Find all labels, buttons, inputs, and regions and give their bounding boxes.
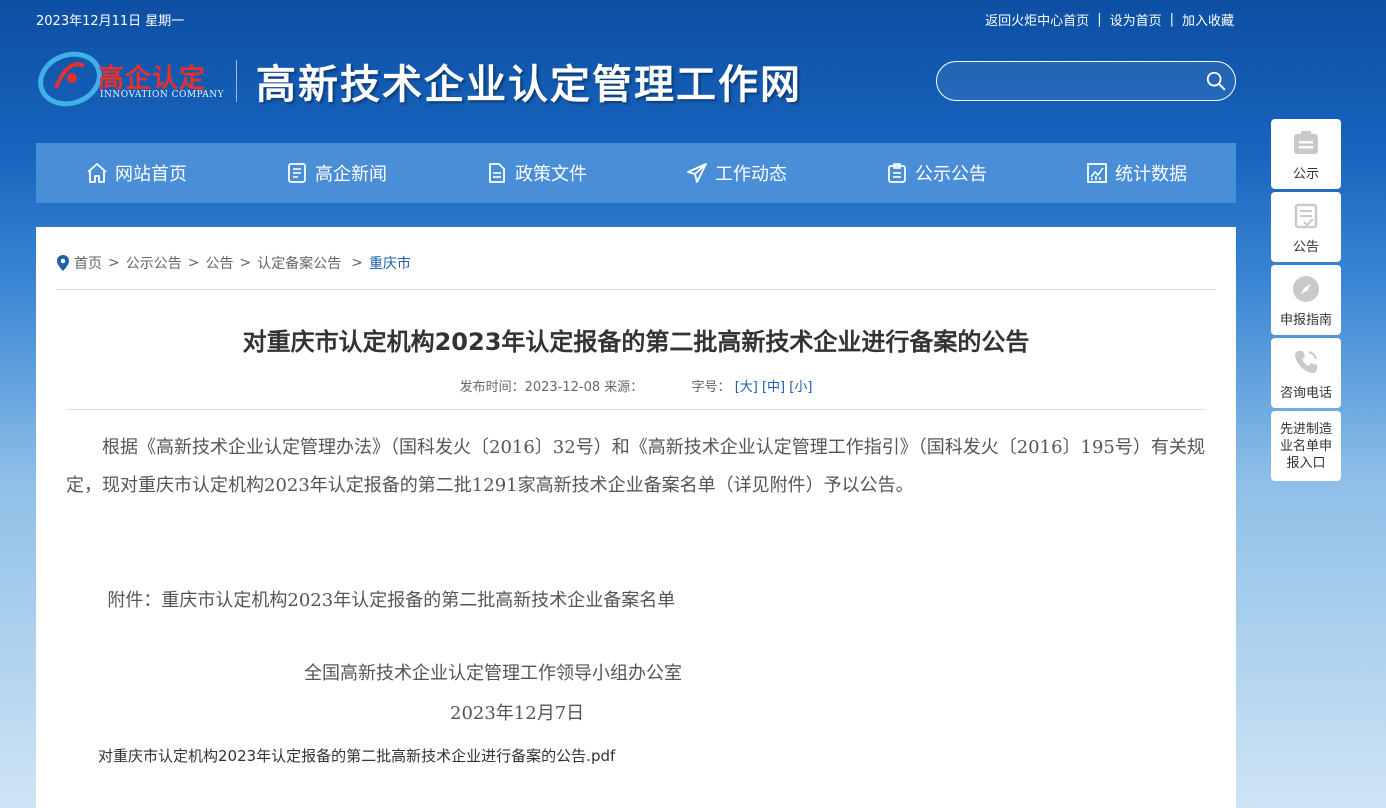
current-date: 2023年12月11日 星期一 [36, 14, 185, 29]
nav-label: 高企新闻 [315, 164, 387, 185]
signature-org: 全国高新技术企业认定管理工作领导小组办公室 [304, 663, 682, 684]
publicity-icon [1294, 130, 1318, 154]
article-panel: 首页 > 公示公告 > 公告 > 认定备案公告 > 重庆市 对重庆市认定机构20… [36, 227, 1236, 808]
floating-sidebar: 公示 公告 申报指南 咨询电话 先进制造业名单申报入口 [1271, 119, 1341, 484]
main-nav: 网站首页 高企新闻 政策文件 工作动态 公示公告 统计数据 [36, 143, 1236, 203]
sidebar-publicity[interactable]: 公示 [1271, 119, 1341, 189]
article-paragraph: 根据《高新技术企业认定管理办法》（国科发火〔2016〕32号）和《高新技术企业认… [66, 437, 1205, 496]
nav-label: 政策文件 [515, 164, 587, 185]
signature-date: 2023年12月7日 [450, 703, 585, 724]
top-bar: 2023年12月11日 星期一 返回火炬中心首页 | 设为首页 | 加入收藏 [36, 8, 1234, 29]
breadcrumb-filing-notice[interactable]: 认定备案公告 [257, 253, 341, 273]
divider [56, 289, 1216, 290]
font-size-large[interactable]: [大] [735, 380, 758, 395]
nav-label: 网站首页 [115, 164, 187, 185]
publish-info: 发布时间：2023-12-08 来源： [459, 380, 644, 395]
phone-icon [1295, 350, 1317, 373]
font-size-label: 字号： [691, 380, 731, 395]
nav-statistics[interactable]: 统计数据 [1036, 143, 1236, 203]
nav-label: 公示公告 [915, 164, 987, 185]
logo-text-en: INNOVATION COMPANY [100, 90, 225, 100]
font-size-small[interactable]: [小] [789, 380, 812, 395]
notice-icon [1294, 203, 1318, 228]
breadcrumb-separator: > [108, 255, 120, 271]
logo-divider [236, 60, 237, 102]
breadcrumb-public-notice[interactable]: 公示公告 [126, 253, 182, 273]
article-meta: 发布时间：2023-12-08 来源： 字号： [大] [中] [小] [36, 376, 1236, 395]
nav-label: 工作动态 [715, 164, 787, 185]
breadcrumb-notice[interactable]: 公告 [205, 253, 233, 273]
breadcrumb-separator: > [239, 255, 252, 271]
sidebar-manufacturing-entry[interactable]: 先进制造业名单申报入口 [1271, 411, 1341, 481]
home-icon [87, 163, 107, 183]
search-icon[interactable] [1205, 70, 1227, 92]
sidebar-label: 公示 [1292, 166, 1319, 182]
return-home-link[interactable]: 返回火炬中心首页 [985, 10, 1089, 29]
search-box [936, 61, 1236, 101]
sidebar-guide[interactable]: 申报指南 [1271, 265, 1341, 335]
separator: | [1097, 12, 1102, 27]
font-size-medium[interactable]: [中] [762, 380, 785, 395]
sidebar-label: 公告 [1292, 239, 1319, 255]
site-title: 高新技术企业认定管理工作网 [256, 61, 802, 108]
breadcrumb-home[interactable]: 首页 [74, 253, 102, 273]
clipboard-icon [888, 163, 906, 183]
document-icon [489, 163, 505, 183]
add-favorite-link[interactable]: 加入收藏 [1182, 10, 1234, 29]
article-title: 对重庆市认定机构2023年认定报备的第二批高新技术企业进行备案的公告 [242, 328, 1030, 356]
sidebar-label: 咨询电话 [1279, 385, 1332, 401]
sidebar-label: 先进制造业名单申报入口 [1279, 421, 1332, 471]
top-links: 返回火炬中心首页 | 设为首页 | 加入收藏 [985, 10, 1234, 29]
separator: | [1169, 12, 1174, 27]
nav-work-updates[interactable]: 工作动态 [636, 143, 836, 203]
breadcrumb: 首页 > 公示公告 > 公告 > 认定备案公告 > 重庆市 [56, 253, 411, 273]
nav-home[interactable]: 网站首页 [36, 143, 236, 203]
nav-label: 统计数据 [1115, 164, 1187, 185]
nav-policy[interactable]: 政策文件 [436, 143, 636, 203]
attachment-pdf-link[interactable]: 对重庆市认定机构2023年认定报备的第二批高新技术企业进行备案的公告.pdf [98, 745, 615, 766]
location-pin-icon [57, 255, 69, 271]
sidebar-label: 申报指南 [1279, 312, 1332, 328]
paper-plane-icon [687, 163, 707, 183]
sidebar-notice[interactable]: 公告 [1271, 192, 1341, 262]
chart-icon [1087, 163, 1107, 183]
attachment-label: 附件：重庆市认定机构2023年认定报备的第二批高新技术企业备案名单 [107, 590, 676, 611]
news-icon [288, 163, 306, 183]
compass-icon [1293, 275, 1319, 302]
sidebar-hotline[interactable]: 咨询电话 [1271, 338, 1341, 408]
nav-news[interactable]: 高企新闻 [236, 143, 436, 203]
nav-announcements[interactable]: 公示公告 [836, 143, 1036, 203]
breadcrumb-chongqing[interactable]: 重庆市 [369, 253, 411, 273]
divider [66, 409, 1206, 410]
search-input[interactable] [953, 70, 1193, 92]
site-logo[interactable]: 高企认定 INNOVATION COMPANY [36, 48, 246, 110]
set-homepage-link[interactable]: 设为首页 [1110, 10, 1162, 29]
breadcrumb-separator: > [187, 255, 200, 271]
breadcrumb-separator: > [351, 255, 363, 271]
